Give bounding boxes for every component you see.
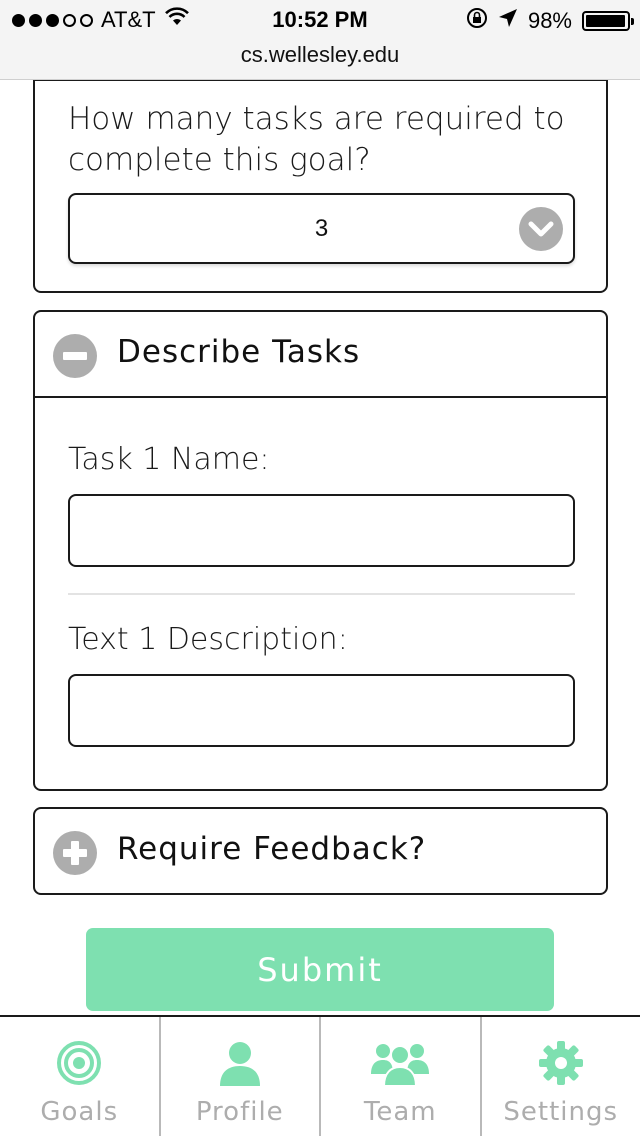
- task-count-question: How many tasks are required to complete …: [68, 101, 565, 178]
- task-count-select[interactable]: 3: [68, 193, 575, 264]
- collapse-minus-icon[interactable]: [53, 334, 97, 378]
- battery-percent: 98%: [527, 8, 572, 33]
- expand-plus-icon[interactable]: [53, 831, 97, 875]
- field-divider: [68, 593, 575, 595]
- tab-settings[interactable]: Settings: [482, 1017, 640, 1136]
- rotation-lock-icon: [466, 7, 488, 35]
- tab-team-label: Team: [363, 1097, 437, 1127]
- tab-bar: Goals Profile Team Settings: [0, 1015, 640, 1136]
- task-description-label: Text 1 Description:: [68, 622, 348, 657]
- submit-button[interactable]: Submit: [86, 928, 554, 1011]
- task-name-label: Task 1 Name:: [68, 442, 270, 477]
- tab-goals[interactable]: Goals: [0, 1017, 161, 1136]
- tab-settings-label: Settings: [503, 1097, 619, 1127]
- address-bar-url[interactable]: cs.wellesley.edu: [0, 42, 640, 68]
- chevron-down-icon[interactable]: [519, 207, 563, 251]
- battery-level: [586, 15, 626, 27]
- person-icon: [218, 1037, 262, 1089]
- group-icon: [371, 1037, 430, 1089]
- require-feedback-title: Require Feedback?: [117, 831, 427, 867]
- tab-team[interactable]: Team: [321, 1017, 482, 1136]
- location-arrow-icon: [498, 8, 518, 34]
- describe-tasks-header[interactable]: Describe Tasks: [35, 312, 606, 398]
- require-feedback-header[interactable]: Require Feedback?: [35, 809, 606, 895]
- tab-profile[interactable]: Profile: [161, 1017, 321, 1136]
- task-count-selected-value: 3: [314, 215, 329, 242]
- task-description-input[interactable]: [68, 674, 575, 747]
- task-count-card: How many tasks are required to complete …: [33, 80, 608, 293]
- task-name-input[interactable]: [68, 494, 575, 567]
- tab-profile-label: Profile: [195, 1097, 284, 1127]
- tab-goals-label: Goals: [40, 1097, 119, 1127]
- status-right: 98%: [466, 7, 634, 35]
- status-bar: AT&T 10:52 PM 98% cs.wellesley.edu: [0, 0, 640, 80]
- gear-icon: [538, 1037, 584, 1089]
- describe-tasks-card: Describe Tasks Task 1 Name: Text 1 Descr…: [33, 310, 608, 791]
- battery-icon: [582, 11, 634, 31]
- target-icon: [56, 1037, 102, 1089]
- describe-tasks-title: Describe Tasks: [117, 334, 361, 370]
- require-feedback-card[interactable]: Require Feedback?: [33, 807, 608, 895]
